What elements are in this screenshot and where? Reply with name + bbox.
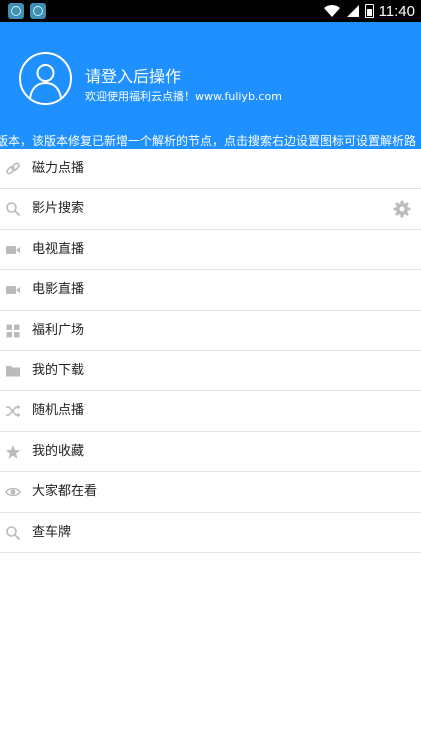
menu-item-label: 电影直播: [32, 282, 85, 298]
notice-marquee: 版本，该版本修复已新增一个解析的节点，点击搜索右边设置图标可设置解析路: [0, 134, 421, 149]
menu-item-label: 我的下载: [32, 362, 85, 378]
eye-icon: [5, 488, 21, 497]
folder-icon: [6, 365, 20, 377]
menu-item-label: 查车牌: [32, 524, 72, 540]
search-icon: [6, 202, 21, 217]
signal-icon: [346, 5, 359, 17]
account-header[interactable]: 请登入后操作 欢迎使用福利云点播！www.fuliyb.com: [0, 22, 421, 134]
app-notification-icon: [30, 3, 46, 19]
menu-item-tv-live[interactable]: 电视直播: [0, 230, 421, 271]
side-menu: 磁力点播 影片搜索 电视直播 电影直播 福利广场 我的下载 随机点播 我的收藏 …: [0, 149, 421, 553]
grid-icon: [6, 324, 20, 338]
menu-item-magnet-play[interactable]: 磁力点播: [0, 149, 421, 190]
menu-item-label: 电视直播: [32, 241, 85, 257]
user-icon: [29, 64, 62, 99]
wifi-icon: [323, 4, 340, 17]
shuffle-icon: [6, 404, 21, 418]
menu-item-check-plate[interactable]: 查车牌: [0, 513, 421, 553]
login-prompt[interactable]: 请登入后操作: [85, 63, 181, 87]
menu-item-label: 磁力点播: [32, 161, 85, 176]
menu-item-label: 福利广场: [32, 322, 85, 338]
menu-item-movie-live[interactable]: 电影直播: [0, 270, 421, 311]
menu-item-label: 影片搜索: [32, 201, 85, 217]
search-icon: [6, 525, 21, 540]
menu-item-movie-search[interactable]: 影片搜索: [0, 189, 421, 230]
menu-item-welfare-square[interactable]: 福利广场: [0, 311, 421, 351]
menu-item-label: 我的收藏: [32, 443, 85, 459]
status-bar: 11:40: [0, 0, 421, 22]
menu-item-label: 大家都在看: [32, 484, 98, 500]
menu-item-everyone-watching[interactable]: 大家都在看: [0, 472, 421, 513]
menu-item-random-play[interactable]: 随机点播: [0, 391, 421, 432]
status-icons: 11:40: [323, 2, 415, 20]
notice-text: 版本，该版本修复已新增一个解析的节点，点击搜索右边设置图标可设置解析路: [0, 134, 417, 148]
gear-icon[interactable]: [393, 200, 411, 218]
star-icon: [5, 444, 21, 459]
menu-item-my-favorites[interactable]: 我的收藏: [0, 432, 421, 473]
menu-item-label: 随机点播: [32, 403, 85, 419]
video-camera-icon: [6, 286, 20, 295]
battery-icon: [364, 4, 374, 18]
video-camera-icon: [6, 245, 20, 254]
clock: 11:40: [378, 2, 415, 20]
app-notification-icon: [8, 3, 24, 19]
avatar[interactable]: [19, 52, 72, 105]
menu-item-my-downloads[interactable]: 我的下载: [0, 351, 421, 392]
link-icon: [6, 162, 20, 175]
welcome-text: 欢迎使用福利云点播！www.fuliyb.com: [85, 90, 282, 103]
